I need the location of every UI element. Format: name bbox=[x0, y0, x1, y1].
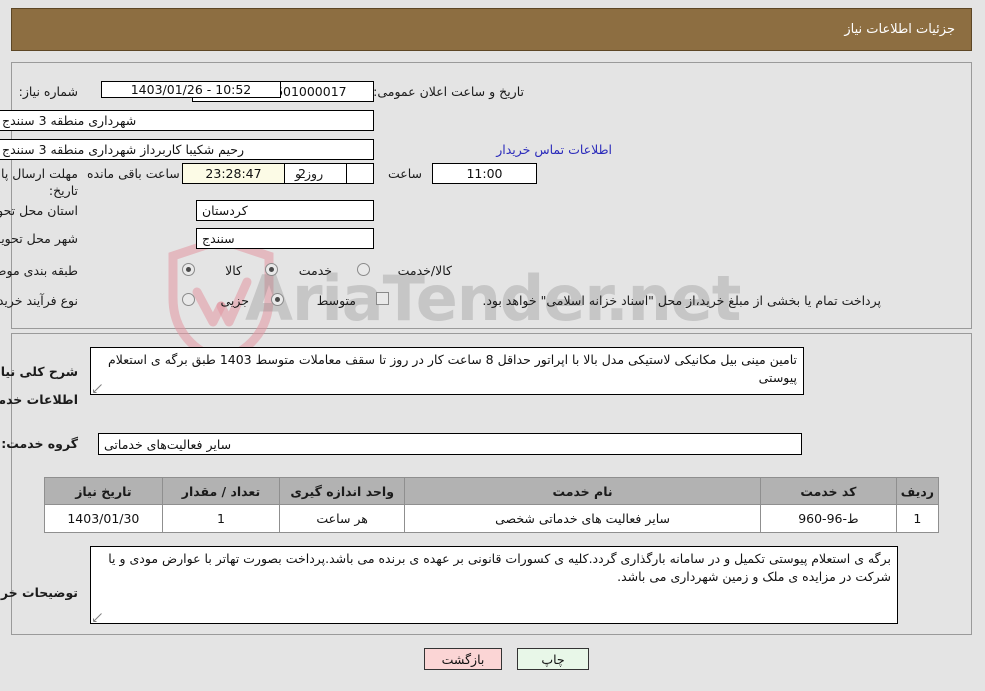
radio-category-kala-label: کالا bbox=[226, 263, 243, 278]
deadline-label-line2: تاریخ: bbox=[49, 183, 79, 198]
request-creator-value: رحیم شکیبا کاربرداز شهرداری منطقه 3 سنند… bbox=[0, 139, 375, 160]
th-name: نام خدمت bbox=[405, 477, 762, 505]
cell-unit: هر ساعت bbox=[280, 504, 407, 533]
services-heading: اطلاعات خدمات مورد نیاز bbox=[0, 392, 79, 407]
need-summary-value: تامین مینی بیل مکانیکی لاستیکی مدل بالا … bbox=[109, 352, 798, 386]
delivery-province-value: کردستان bbox=[197, 200, 375, 221]
page-title: جزئیات اطلاعات نیاز bbox=[845, 22, 956, 37]
service-group-label: گروه خدمت: bbox=[2, 436, 79, 451]
radio-process-jozii-label: جزیی bbox=[221, 293, 250, 308]
remaining-days-label: روز و bbox=[296, 166, 325, 181]
deadline-time-value: 11:00 bbox=[433, 163, 538, 184]
buyer-org-value: شهرداری منطقه 3 سنندج bbox=[0, 110, 375, 131]
th-unit: واحد اندازه گیری bbox=[280, 477, 407, 505]
radio-process-motevaset[interactable] bbox=[272, 293, 285, 306]
page-title-bar: جزئیات اطلاعات نیاز bbox=[12, 8, 973, 51]
need-summary-label: شرح کلی نیاز: bbox=[0, 364, 79, 379]
cell-qty: 1 bbox=[162, 504, 282, 533]
announce-datetime-label: تاریخ و ساعت اعلان عمومی: bbox=[374, 84, 525, 99]
buyer-contact-link[interactable]: اطلاعات تماس خریدار bbox=[497, 142, 613, 157]
resize-grip-icon[interactable] bbox=[94, 384, 103, 393]
radio-category-khedmat[interactable] bbox=[266, 263, 279, 276]
buyer-notes-label: توضیحات خریدار: bbox=[0, 585, 79, 600]
islamic-treasury-text: پرداخت تمام یا بخشی از مبلغ خرید،از محل … bbox=[483, 293, 882, 308]
print-button[interactable]: چاپ bbox=[518, 648, 590, 670]
cell-date: 1403/01/30 bbox=[45, 504, 164, 533]
cell-name: سایر فعالیت های خدماتی شخصی bbox=[405, 504, 762, 533]
remaining-countdown-label: ساعت باقی مانده bbox=[88, 166, 181, 181]
remaining-countdown-value: 23:28:47 bbox=[183, 163, 286, 184]
need-info-panel bbox=[12, 62, 973, 329]
need-number-label: شماره نیاز: bbox=[19, 84, 79, 99]
radio-category-kala-khedmat-label: کالا/خدمت bbox=[398, 263, 453, 278]
cell-code: ط-96-960 bbox=[760, 504, 898, 533]
table-header-row: ردیف کد خدمت نام خدمت واحد اندازه گیری ت… bbox=[45, 477, 941, 505]
cell-row: 1 bbox=[896, 504, 941, 533]
back-button[interactable]: بازگشت bbox=[425, 648, 503, 670]
th-code: کد خدمت bbox=[760, 477, 898, 505]
delivery-province-label: استان محل تحویل: bbox=[0, 203, 79, 218]
delivery-city-label: شهر محل تحویل: bbox=[0, 231, 79, 246]
buyer-notes-textarea[interactable]: برگه ی استعلام پیوستی تکمیل و در سامانه … bbox=[91, 546, 899, 624]
radio-category-kala-khedmat[interactable] bbox=[358, 263, 371, 276]
delivery-city-value: سنندج bbox=[197, 228, 375, 249]
radio-category-kala[interactable] bbox=[183, 263, 196, 276]
page-root: AriaTender.net جزئیات اطلاعات نیاز شماره… bbox=[0, 0, 985, 691]
services-table: ردیف کد خدمت نام خدمت واحد اندازه گیری ت… bbox=[45, 477, 941, 533]
checkbox-islamic-treasury[interactable] bbox=[377, 292, 390, 305]
announce-datetime-value: 1403/01/26 - 10:52 bbox=[102, 81, 282, 98]
radio-process-motevaset-label: متوسط bbox=[317, 293, 357, 308]
th-date: تاریخ نیاز bbox=[45, 477, 164, 505]
need-summary-textarea[interactable]: تامین مینی بیل مکانیکی لاستیکی مدل بالا … bbox=[91, 347, 805, 395]
deadline-label-line1: مهلت ارسال پاسخ: تا bbox=[0, 166, 79, 181]
purchase-process-label: نوع فرآیند خرید : bbox=[0, 293, 79, 308]
service-group-value: سایر فعالیت‌های خدماتی bbox=[99, 433, 803, 455]
resize-grip-icon[interactable] bbox=[94, 613, 103, 622]
radio-process-jozii[interactable] bbox=[183, 293, 196, 306]
subject-category-label: طبقه بندی موضوعی: bbox=[0, 263, 79, 278]
deadline-hour-label: ساعت bbox=[388, 166, 423, 181]
buyer-notes-value: برگه ی استعلام پیوستی تکمیل و در سامانه … bbox=[109, 551, 892, 585]
radio-category-khedmat-label: خدمت bbox=[299, 263, 333, 278]
th-row: ردیف bbox=[896, 477, 941, 505]
table-row[interactable]: 1 ط-96-960 سایر فعالیت های خدماتی شخصی ه… bbox=[45, 504, 941, 533]
th-qty: تعداد / مقدار bbox=[162, 477, 282, 505]
